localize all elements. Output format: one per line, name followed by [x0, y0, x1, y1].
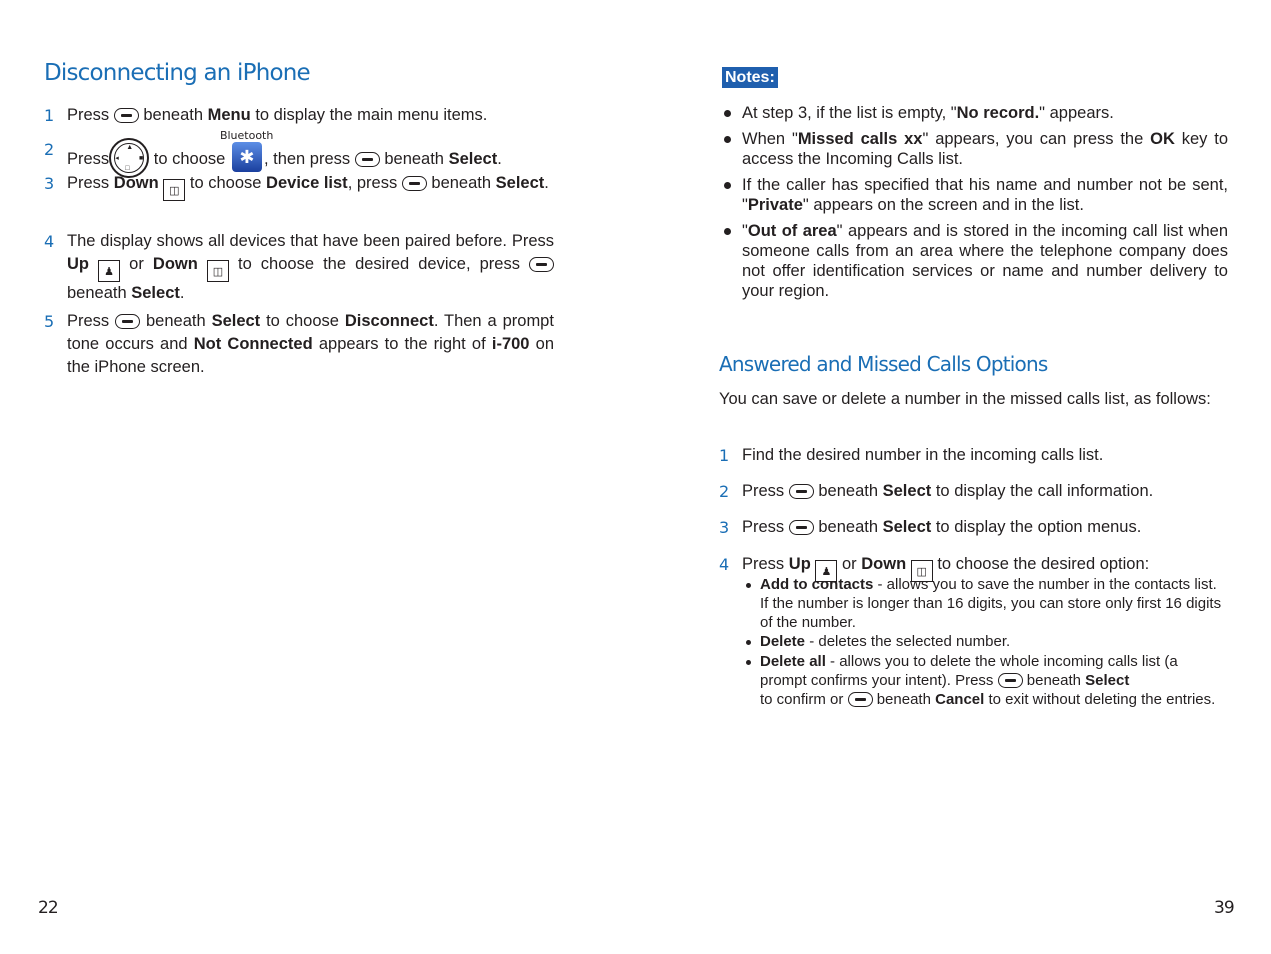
page-number-left: 22 [38, 898, 59, 918]
soft-key-icon [529, 257, 555, 272]
bullet-icon [724, 136, 731, 143]
step-number: 5 [44, 312, 55, 331]
step-number: 4 [44, 232, 55, 251]
bullet-icon [724, 228, 731, 235]
step-4: 4 The display shows all devices that hav… [44, 232, 555, 302]
soft-key-icon [997, 673, 1023, 688]
down-phonebook-key-icon: ◫ [206, 260, 229, 282]
note-item: "Out of area" appears and is stored in t… [719, 221, 1228, 301]
step-number: 2 [719, 482, 730, 501]
step-number: 3 [719, 518, 730, 537]
soft-key-icon [788, 484, 814, 499]
bluetooth-icon: ✱ [231, 142, 262, 172]
up-contacts-key-icon: ♟ [98, 260, 121, 282]
bullet-icon [724, 110, 731, 117]
step-3: 3 Press beneath Select to display the op… [719, 518, 1142, 537]
soft-key-icon [788, 520, 814, 535]
step-1: 1 Find the desired number in the incomin… [719, 446, 1104, 465]
notes-badge: Notes: [722, 67, 778, 88]
step-number: 1 [44, 106, 55, 125]
step-5: 5 Press beneath Select to choose Disconn… [44, 312, 554, 376]
step-number: 2 [44, 140, 55, 159]
down-phonebook-key-icon: ◫ [163, 179, 186, 201]
option-item: Add to contacts - allows you to save the… [746, 575, 1228, 632]
step-3: 3 Press Down ◫ to choose Device list, pr… [44, 172, 554, 201]
option-item: Delete - deletes the selected number. [746, 632, 1228, 651]
bullet-icon [724, 182, 731, 189]
step-1: 1 Press beneath Menu to display the main… [44, 106, 488, 125]
step-number: 1 [719, 446, 730, 465]
note-item: At step 3, if the list is empty, "No rec… [719, 103, 1228, 123]
note-item: If the caller has specified that his nam… [719, 175, 1228, 215]
soft-key-icon [401, 176, 427, 191]
bullet-icon [746, 583, 751, 588]
step-2: 2 Press beneath Select to display the ca… [719, 482, 1154, 501]
step-number: 3 [44, 174, 55, 193]
soft-key-icon [115, 314, 141, 329]
section-title: Answered and Missed Calls Options [719, 352, 1048, 376]
step-number: 4 [719, 555, 730, 574]
page-number-right: 39 [1214, 898, 1235, 918]
note-item: When "Missed calls xx" appears, you can … [719, 129, 1228, 169]
soft-key-icon [354, 152, 380, 167]
soft-key-icon [847, 692, 873, 707]
page-title: Disconnecting an iPhone [44, 60, 311, 86]
soft-key-icon [113, 108, 139, 123]
bluetooth-menu-item: Bluetooth ✱ [220, 129, 273, 172]
section-intro: You can save or delete a number in the m… [719, 390, 1211, 408]
bullet-icon [746, 660, 751, 665]
option-item: Delete all - allows you to delete the wh… [746, 652, 1228, 709]
bullet-icon [746, 640, 751, 645]
